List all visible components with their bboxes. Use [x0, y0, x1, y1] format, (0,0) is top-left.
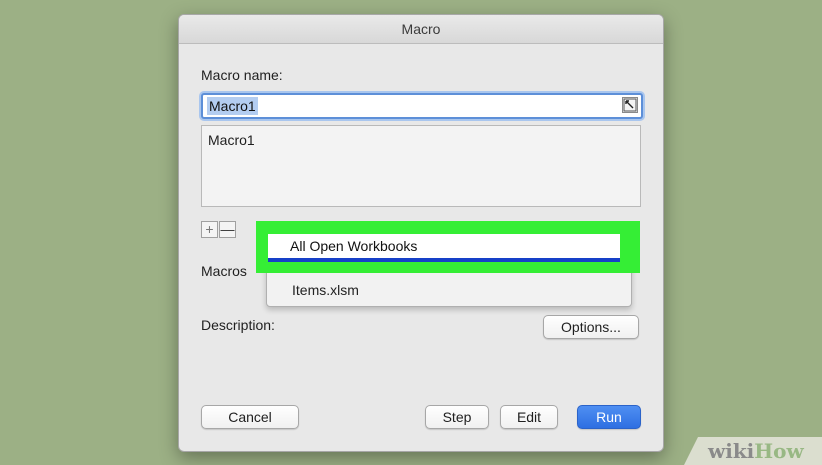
description-label: Description:: [201, 317, 275, 333]
dropdown-option-items-xlsm[interactable]: Items.xlsm: [292, 282, 359, 298]
dropdown-selected-label: All Open Workbooks: [290, 238, 418, 254]
macro-list[interactable]: Macro1: [201, 125, 641, 207]
highlight-overlay: All Open Workbooks: [256, 221, 640, 273]
cancel-button[interactable]: Cancel: [201, 405, 299, 429]
watermark-how: How: [754, 439, 804, 463]
macro-name-input[interactable]: Macro1: [201, 93, 643, 119]
options-button[interactable]: Options...: [543, 315, 639, 339]
watermark-wiki: wiki: [708, 439, 755, 463]
add-macro-button[interactable]: +: [201, 221, 218, 238]
macro-name-value: Macro1: [207, 97, 258, 115]
screen: Macro Macro name: Macro1 Macro1 + — Macr…: [0, 0, 822, 465]
step-button[interactable]: Step: [425, 405, 489, 429]
window-title: Macro: [179, 15, 663, 44]
collapse-dialog-icon[interactable]: [622, 97, 638, 113]
macro-name-label: Macro name:: [201, 67, 283, 83]
macros-in-label: Macros: [201, 263, 247, 279]
edit-button[interactable]: Edit: [500, 405, 558, 429]
remove-macro-button[interactable]: —: [219, 221, 236, 238]
list-item[interactable]: Macro1: [208, 132, 255, 148]
dropdown-option-all-open-workbooks[interactable]: All Open Workbooks: [268, 234, 620, 262]
wikihow-watermark: wikiHow: [684, 437, 822, 465]
run-button[interactable]: Run: [577, 405, 641, 429]
